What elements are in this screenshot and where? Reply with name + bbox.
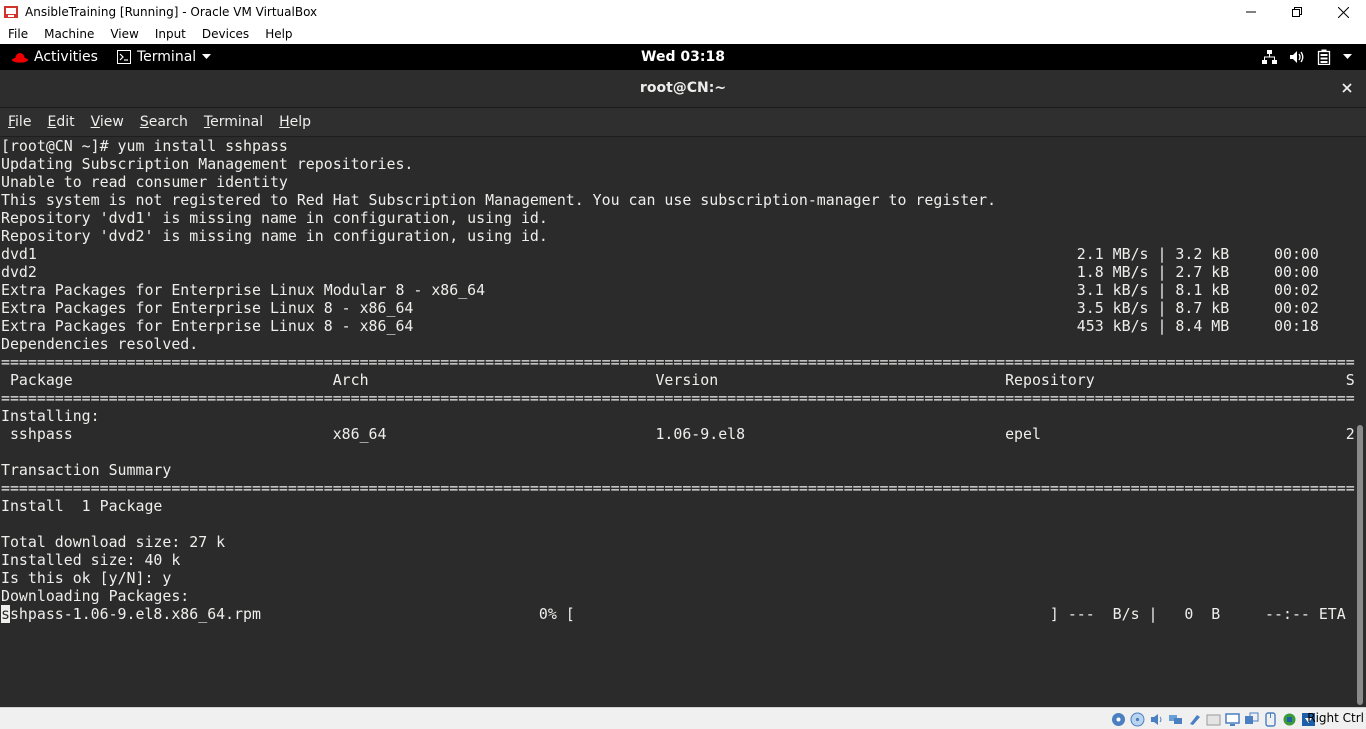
menu-label-rest: earch bbox=[148, 114, 188, 130]
activities-button[interactable]: Activities bbox=[12, 44, 98, 70]
terminal-headerbar: root@CN:~ bbox=[0, 70, 1366, 108]
host-key-label: Right Ctrl bbox=[1307, 711, 1364, 725]
app-menu-terminal[interactable]: Terminal bbox=[117, 44, 212, 70]
vbox-menubar: File Machine View Input Devices Help bbox=[0, 24, 1366, 44]
vbox-menu-input[interactable]: Input bbox=[147, 27, 194, 41]
terminal-menu-terminal[interactable]: Terminal bbox=[196, 114, 271, 130]
menu-label-rest: iew bbox=[99, 114, 124, 130]
vbox-menu-help[interactable]: Help bbox=[257, 27, 300, 41]
terminal-menu-file[interactable]: File bbox=[0, 114, 39, 130]
minimize-icon[interactable] bbox=[1228, 0, 1274, 24]
vbox-titlebar: AnsibleTraining [Running] - Oracle VM Vi… bbox=[0, 0, 1366, 24]
cpu-icon[interactable] bbox=[1281, 711, 1297, 727]
network-icon[interactable] bbox=[1167, 711, 1183, 727]
virtualbox-app-icon bbox=[3, 4, 19, 20]
window-title: AnsibleTraining [Running] - Oracle VM Vi… bbox=[25, 5, 318, 19]
battery-icon bbox=[1317, 49, 1331, 65]
terminal-line: Is this ok [y/N]: y bbox=[1, 569, 172, 587]
scrollbar-thumb[interactable] bbox=[1357, 425, 1363, 705]
mouse-integration-icon[interactable] bbox=[1262, 711, 1278, 727]
terminal-line: ========================================… bbox=[1, 479, 1355, 497]
vbox-statusbar: Right Ctrl bbox=[0, 707, 1366, 729]
menu-mnemonic: S bbox=[139, 114, 149, 130]
terminal-line: Unable to read consumer identity bbox=[1, 173, 288, 191]
terminal-menu-edit[interactable]: Edit bbox=[39, 114, 82, 130]
menu-mnemonic: E bbox=[47, 114, 57, 130]
menu-label-rest: ile bbox=[15, 114, 32, 130]
terminal-line: Install 1 Package bbox=[1, 497, 163, 515]
video-capture-icon[interactable] bbox=[1243, 711, 1259, 727]
menu-mnemonic: F bbox=[8, 114, 16, 130]
terminal-output[interactable]: [root@CN ~]# yum install sshpass Updatin… bbox=[0, 137, 1355, 707]
redhat-fedora-icon bbox=[12, 51, 28, 63]
terminal-line: Downloading Packages: bbox=[1, 587, 190, 605]
restore-icon[interactable] bbox=[1274, 0, 1320, 24]
terminal-line: dvd2 1.8 MB/s | 2.7 kB 00:00 bbox=[1, 263, 1319, 281]
audio-icon[interactable] bbox=[1148, 711, 1164, 727]
shared-folders-icon[interactable] bbox=[1205, 711, 1221, 727]
close-icon[interactable] bbox=[1320, 0, 1366, 24]
activities-label: Activities bbox=[34, 49, 98, 65]
menu-mnemonic: V bbox=[90, 114, 100, 130]
menu-mnemonic: H bbox=[279, 114, 290, 130]
terminal-line: This system is not registered to Red Hat… bbox=[1, 191, 997, 209]
menu-label-rest: elp bbox=[289, 114, 312, 130]
usb-icon[interactable] bbox=[1186, 711, 1202, 727]
terminal-line: Total download size: 27 k bbox=[1, 533, 226, 551]
app-menu-label: Terminal bbox=[137, 49, 197, 65]
terminal-scrollbar[interactable] bbox=[1355, 137, 1366, 707]
terminal-title: root@CN:~ bbox=[639, 80, 727, 96]
display-icon[interactable] bbox=[1224, 711, 1240, 727]
terminal-line: Dependencies resolved. bbox=[1, 335, 199, 353]
terminal-line: Extra Packages for Enterprise Linux 8 - … bbox=[1, 317, 1319, 335]
terminal-app-icon bbox=[117, 50, 131, 64]
vbox-menu-machine[interactable]: Machine bbox=[36, 27, 102, 41]
download-progress-line: sshpass-1.06-9.el8.x86_64.rpm 0% [ ] ---… bbox=[1, 605, 1355, 623]
vbox-menu-devices[interactable]: Devices bbox=[194, 27, 257, 41]
terminal-line: Extra Packages for Enterprise Linux 8 - … bbox=[1, 299, 1319, 317]
terminal-lines: [root@CN ~]# yum install sshpass Updatin… bbox=[1, 137, 1355, 623]
terminal-line: Repository 'dvd2' is missing name in con… bbox=[1, 227, 548, 245]
terminal-line: Installed size: 40 k bbox=[1, 551, 181, 569]
terminal-line: sshpass x86_64 1.06-9.el8 epel 27 k bbox=[1, 425, 1355, 443]
optical-drive-icon[interactable] bbox=[1129, 711, 1145, 727]
terminal-line: [root@CN ~]# yum install sshpass bbox=[1, 137, 288, 155]
system-tray[interactable] bbox=[1261, 44, 1352, 70]
hard-disk-icon[interactable] bbox=[1110, 711, 1126, 727]
vbox-menu-view[interactable]: View bbox=[102, 27, 146, 41]
menu-label-rest: dit bbox=[56, 114, 75, 130]
volume-icon bbox=[1289, 49, 1305, 65]
system-menu-caret-icon bbox=[1343, 54, 1352, 60]
window-controls bbox=[1228, 0, 1366, 24]
terminal-line: ========================================… bbox=[1, 353, 1355, 371]
terminal-menu-view[interactable]: View bbox=[83, 114, 132, 130]
terminal-line: ========================================… bbox=[1, 389, 1355, 407]
terminal-line: Extra Packages for Enterprise Linux Modu… bbox=[1, 281, 1319, 299]
terminal-line: Package Arch Version Repository Size bbox=[1, 371, 1355, 389]
terminal-cursor: s bbox=[1, 605, 10, 623]
vbox-status-icons bbox=[1110, 711, 1316, 727]
gnome-top-bar: Activities Terminal Wed 03:18 bbox=[0, 44, 1366, 70]
terminal-line: Repository 'dvd1' is missing name in con… bbox=[1, 209, 548, 227]
terminal-line: dvd1 2.1 MB/s | 3.2 kB 00:00 bbox=[1, 245, 1319, 263]
caret-down-icon bbox=[202, 54, 212, 60]
terminal-menubar: File Edit View Search Terminal Help bbox=[0, 108, 1366, 136]
terminal-close-icon[interactable] bbox=[1338, 79, 1356, 97]
vbox-menu-file[interactable]: File bbox=[0, 27, 36, 41]
download-progress-text: shpass-1.06-9.el8.x86_64.rpm 0% [ ] --- … bbox=[9, 605, 1346, 623]
terminal-menu-help[interactable]: Help bbox=[271, 114, 319, 130]
terminal-menu-search[interactable]: Search bbox=[132, 114, 196, 130]
terminal-line: Transaction Summary bbox=[1, 461, 172, 479]
network-wired-icon bbox=[1261, 49, 1277, 65]
terminal-line: Installing: bbox=[1, 407, 100, 425]
menu-label-rest: erminal bbox=[210, 114, 264, 130]
terminal-line: Updating Subscription Management reposit… bbox=[1, 155, 414, 173]
